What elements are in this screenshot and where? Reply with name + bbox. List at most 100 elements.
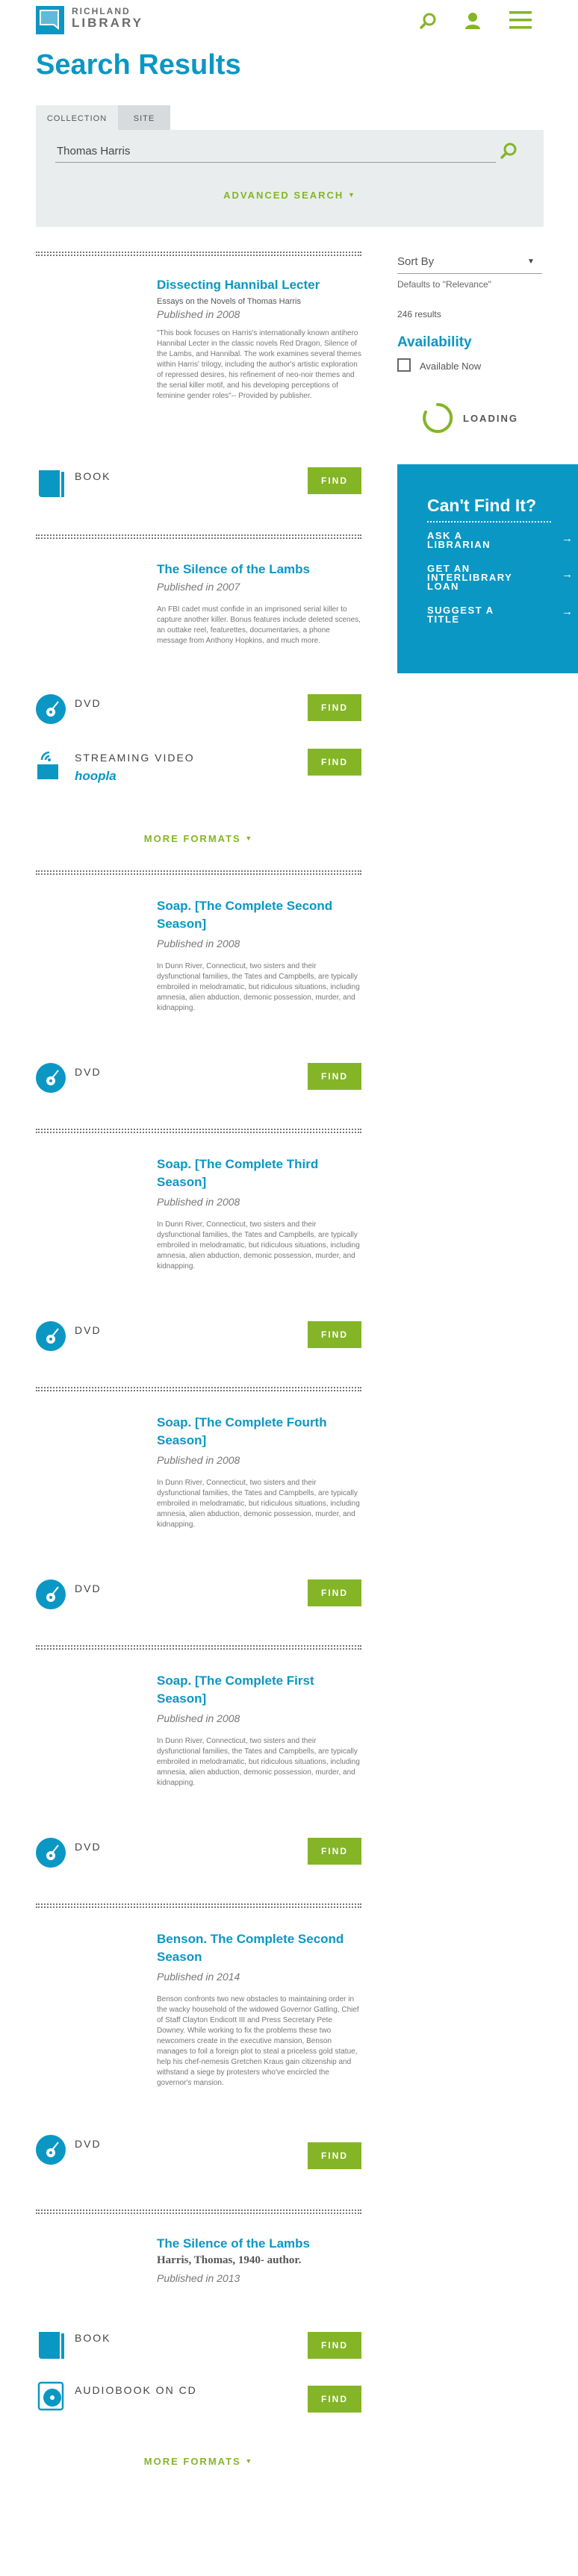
dvd-icon bbox=[36, 1321, 66, 1351]
result-description: Benson confronts two new obstacles to ma… bbox=[157, 1995, 359, 2087]
available-now-checkbox[interactable] bbox=[397, 358, 411, 372]
result-description: "This book focuses on Harris's internati… bbox=[157, 329, 361, 400]
result-title[interactable]: The Silence of the Lambs bbox=[157, 2235, 361, 2253]
ask-librarian-link[interactable]: ASK A LIBRARIAN → bbox=[427, 530, 573, 550]
more-formats-toggle[interactable]: MORE FORMATS ▼ bbox=[36, 2456, 361, 2467]
format-label: DVD bbox=[75, 1324, 102, 1336]
result-title[interactable]: Benson. The Complete Second Season bbox=[157, 1930, 361, 1966]
result-published: Published in 2008 bbox=[157, 938, 240, 949]
result-divider bbox=[36, 1903, 361, 1908]
result-title[interactable]: Dissecting Hannibal Lecter bbox=[157, 276, 361, 294]
search-input[interactable] bbox=[55, 140, 496, 163]
result-title[interactable]: Soap. [The Complete Fourth Season] bbox=[157, 1414, 361, 1450]
cant-find-heading: Can't Find It? bbox=[427, 496, 536, 515]
user-icon[interactable] bbox=[464, 12, 481, 30]
find-button[interactable]: FIND bbox=[308, 1063, 361, 1090]
result-subtitle: Essays on the Novels of Thomas Harris bbox=[157, 297, 301, 306]
search-panel: ADVANCED SEARCH ▼ bbox=[36, 130, 544, 227]
book-icon bbox=[39, 2332, 64, 2359]
find-button[interactable]: FIND bbox=[308, 749, 361, 776]
interlibrary-loan-label: GET AN INTERLIBRARY LOAN bbox=[427, 563, 513, 592]
logo-text: RICHLAND LIBRARY bbox=[72, 6, 143, 30]
result-divider bbox=[36, 2209, 361, 2214]
advanced-search-toggle[interactable]: ADVANCED SEARCH ▼ bbox=[36, 190, 544, 201]
book-icon bbox=[39, 470, 64, 497]
result-divider bbox=[36, 1645, 361, 1650]
streaming-video-icon bbox=[37, 751, 58, 779]
result-description: In Dunn River, Connecticut, two sisters … bbox=[157, 1479, 360, 1529]
more-formats-label: MORE FORMATS bbox=[143, 2456, 241, 2467]
format-label: STREAMING VIDEO bbox=[75, 752, 195, 764]
dvd-icon bbox=[36, 1063, 66, 1093]
result-title[interactable]: Soap. [The Complete First Season] bbox=[157, 1672, 361, 1708]
sort-default-note: Defaults to "Relevance" bbox=[397, 279, 491, 290]
result-published: Published in 2008 bbox=[157, 1712, 240, 1724]
find-button[interactable]: FIND bbox=[308, 467, 361, 494]
dvd-icon bbox=[36, 1838, 66, 1868]
result-description: In Dunn River, Connecticut, two sisters … bbox=[157, 1737, 360, 1787]
cant-find-divider bbox=[427, 521, 551, 523]
result-description: In Dunn River, Connecticut, two sisters … bbox=[157, 1220, 360, 1270]
dvd-icon bbox=[36, 1579, 66, 1609]
sort-label: Sort By bbox=[397, 255, 435, 268]
find-button[interactable]: FIND bbox=[308, 1321, 361, 1348]
availability-heading: Availability bbox=[397, 334, 472, 350]
result-published: Published in 2008 bbox=[157, 1454, 240, 1466]
format-label: BOOK bbox=[75, 2332, 111, 2344]
arrow-right-icon: → bbox=[562, 568, 574, 581]
dvd-icon bbox=[36, 2135, 66, 2165]
search-submit-icon[interactable] bbox=[500, 142, 518, 160]
format-label: DVD bbox=[75, 2138, 102, 2150]
result-title[interactable]: Soap. [The Complete Second Season] bbox=[157, 897, 361, 933]
caret-down-icon: ▼ bbox=[245, 2457, 254, 2465]
available-now-label: Available Now bbox=[420, 361, 482, 372]
find-button[interactable]: FIND bbox=[308, 2332, 361, 2359]
result-published: Published in 2014 bbox=[157, 1971, 240, 1983]
format-label: DVD bbox=[75, 1841, 102, 1853]
audiobook-icon bbox=[37, 2381, 64, 2411]
ask-librarian-label: ASK A LIBRARIAN bbox=[427, 530, 491, 550]
arrow-right-icon: → bbox=[562, 532, 574, 545]
find-button[interactable]: FIND bbox=[308, 1579, 361, 1606]
suggest-title-link[interactable]: SUGGEST A TITLE → bbox=[427, 605, 573, 625]
result-author: Harris, Thomas, 1940- author. bbox=[157, 2254, 302, 2266]
format-label: DVD bbox=[75, 1066, 102, 1078]
result-description: An FBI cadet must confide in an imprison… bbox=[157, 605, 361, 645]
logo-line2: LIBRARY bbox=[72, 16, 143, 30]
result-title[interactable]: The Silence of the Lambs bbox=[157, 561, 361, 578]
find-button[interactable]: FIND bbox=[308, 2386, 361, 2413]
result-published: Published in 2007 bbox=[157, 581, 240, 593]
format-label: AUDIOBOOK ON CD bbox=[75, 2384, 197, 2396]
suggest-title-label: SUGGEST A TITLE bbox=[427, 605, 494, 625]
caret-down-icon: ▼ bbox=[347, 191, 356, 199]
tab-site[interactable]: SITE bbox=[118, 105, 170, 130]
format-label: DVD bbox=[75, 697, 102, 709]
find-button[interactable]: FIND bbox=[308, 1838, 361, 1865]
result-published: Published in 2008 bbox=[157, 1196, 240, 1208]
more-formats-toggle[interactable]: MORE FORMATS ▼ bbox=[36, 833, 361, 844]
result-description: In Dunn River, Connecticut, two sisters … bbox=[157, 962, 360, 1012]
result-divider bbox=[36, 870, 361, 875]
caret-down-icon: ▼ bbox=[527, 258, 535, 266]
results-count: 246 results bbox=[397, 309, 441, 319]
arrow-right-icon: → bbox=[562, 605, 574, 618]
search-icon[interactable] bbox=[420, 12, 438, 30]
menu-icon[interactable] bbox=[509, 10, 532, 30]
dvd-icon bbox=[36, 694, 66, 724]
tab-collection[interactable]: COLLECTION bbox=[36, 105, 118, 130]
result-published: Published in 2013 bbox=[157, 2272, 240, 2284]
result-divider bbox=[36, 534, 361, 539]
format-label: DVD bbox=[75, 1582, 102, 1594]
hoopla-logo: hoopla bbox=[75, 769, 116, 783]
cant-find-panel: Can't Find It? ASK A LIBRARIAN → GET AN … bbox=[397, 464, 578, 673]
format-label: BOOK bbox=[75, 470, 111, 482]
interlibrary-loan-link[interactable]: GET AN INTERLIBRARY LOAN → bbox=[427, 563, 573, 592]
result-title[interactable]: Soap. [The Complete Third Season] bbox=[157, 1156, 361, 1191]
advanced-search-label: ADVANCED SEARCH bbox=[223, 190, 344, 201]
find-button[interactable]: FIND bbox=[308, 694, 361, 721]
caret-down-icon: ▼ bbox=[245, 835, 254, 842]
result-divider bbox=[36, 252, 361, 256]
result-divider bbox=[36, 1387, 361, 1391]
sort-underline bbox=[397, 273, 542, 274]
find-button[interactable]: FIND bbox=[308, 2142, 361, 2169]
